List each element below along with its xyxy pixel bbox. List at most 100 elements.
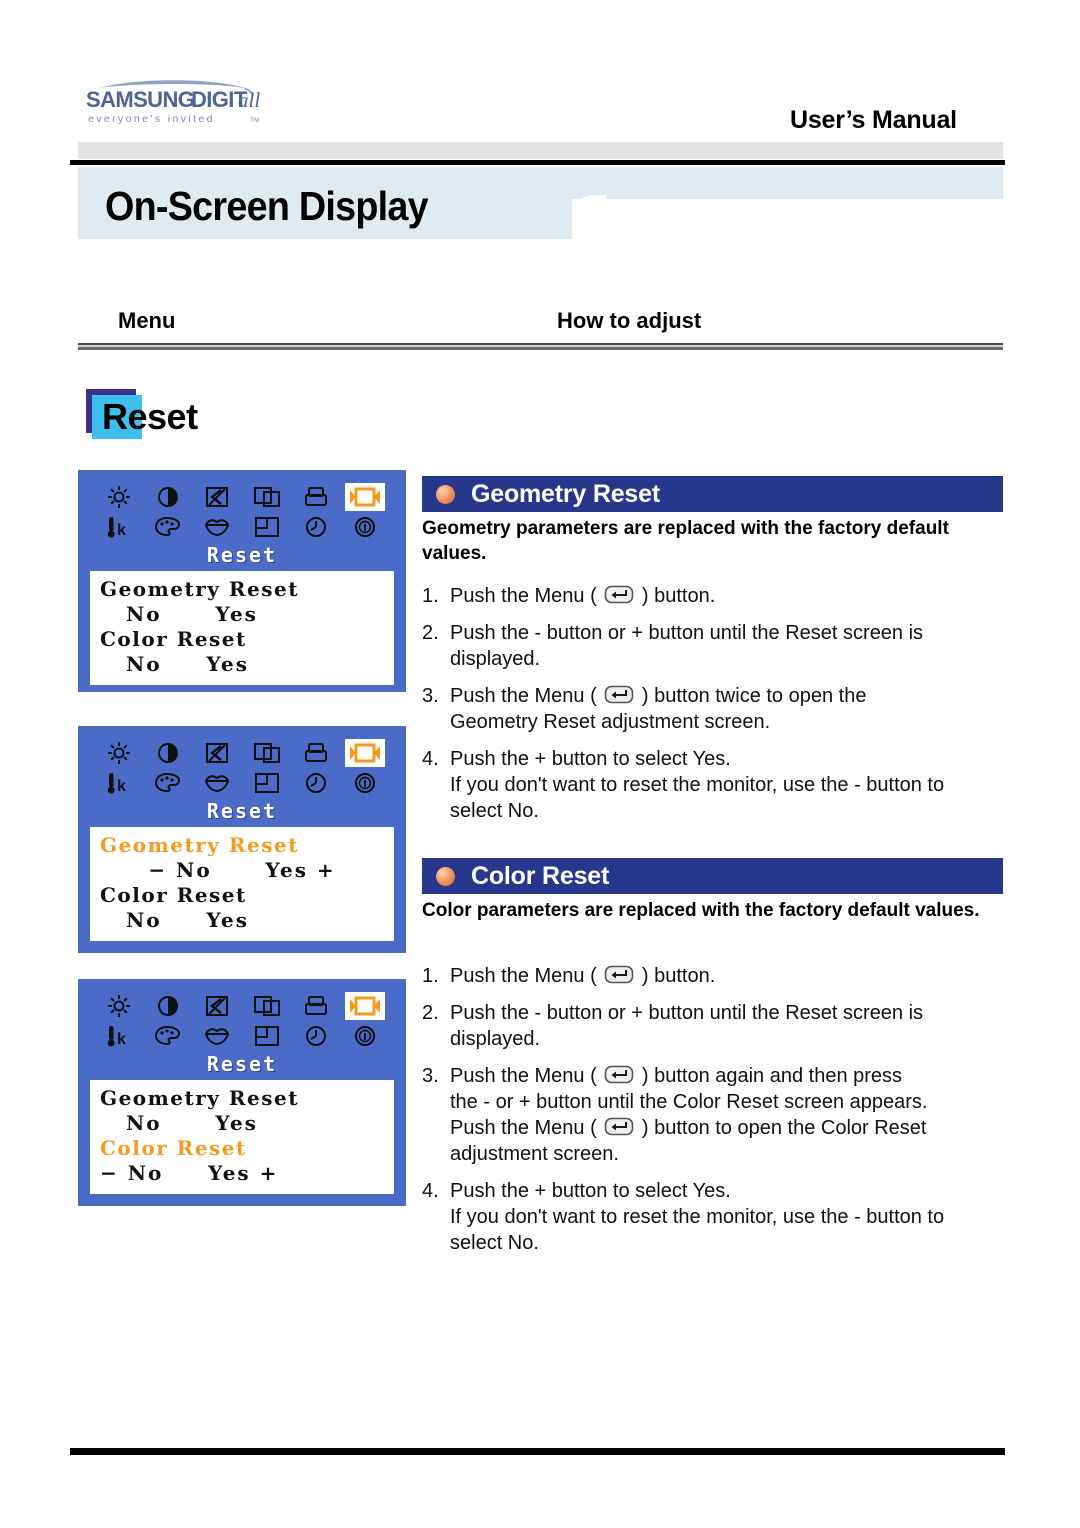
- osd-row-label: Color Reset: [100, 883, 247, 907]
- step-item: 3. Push the Menu ( ) button again and th…: [422, 1063, 1010, 1167]
- section-steps-color-reset: 1. Push the Menu ( ) button. 2. Push the…: [422, 963, 1010, 1267]
- step-number: 2.: [422, 622, 439, 644]
- step-text: If you don't want to reset the monitor, …: [450, 774, 945, 796]
- bullet-sphere-icon: [436, 866, 455, 886]
- section-description: Geometry parameters are replaced with th…: [422, 518, 949, 564]
- osd-icon-grid: k: [94, 738, 390, 798]
- header-grey-band: [78, 142, 1003, 159]
- svg-text:k: k: [117, 778, 126, 795]
- step-body: Push the + button to select Yes. If you …: [450, 746, 1010, 824]
- samsung-digitall-logo: SAMSUNG DIGIT all everyone's invited TM: [78, 74, 268, 132]
- position-icon: [247, 992, 287, 1020]
- menu-button-icon: [604, 585, 634, 604]
- step-number: 2.: [422, 1002, 439, 1024]
- bullet-sphere-icon: [436, 484, 455, 504]
- svg-text:k: k: [117, 1031, 126, 1048]
- reset-icon: [345, 739, 386, 767]
- palette-icon: [148, 1022, 188, 1050]
- step-text: Push the + button to select Yes.: [450, 1180, 731, 1202]
- moire-icon: [197, 739, 237, 767]
- svg-text:SAMSUNG: SAMSUNG: [86, 87, 194, 112]
- color-tone-icon: [197, 1022, 237, 1050]
- zoom-icon: [247, 769, 287, 797]
- osd-menu-title: Reset: [206, 1052, 278, 1076]
- menu-button-icon: [604, 685, 634, 704]
- color-temperature-icon: k: [99, 1022, 139, 1050]
- palette-icon: [148, 513, 188, 541]
- title-band-notch: [572, 195, 606, 239]
- moire-icon: [197, 483, 237, 511]
- menu-button-icon: [604, 1065, 634, 1084]
- osd-row-options: No Yes: [126, 602, 258, 626]
- step-number: 1.: [422, 965, 439, 987]
- step-item: 3. Push the Menu ( ) button twice to ope…: [422, 683, 1010, 735]
- svg-text:TM: TM: [250, 117, 259, 124]
- page-title: On-Screen Display: [105, 183, 429, 229]
- osd-row-options: No Yes: [126, 908, 249, 932]
- users-manual-label: User’s Manual: [790, 106, 957, 134]
- menu-button-icon: [604, 1117, 634, 1136]
- step-text: ) button twice to open the: [636, 685, 867, 707]
- osd-screen-1: k Reset Geometry Reset No Yes Color Rese…: [78, 470, 406, 692]
- osd-time-icon: [296, 513, 336, 541]
- step-number: 3.: [422, 685, 439, 707]
- step-text: ) button to open the Color Reset: [636, 1117, 927, 1139]
- zoom-icon: [247, 513, 287, 541]
- information-icon: [345, 513, 385, 541]
- osd-row-options: − No Yes +: [100, 1161, 279, 1185]
- reset-icon: [345, 992, 386, 1020]
- shape-icon: [296, 739, 336, 767]
- palette-icon: [148, 769, 188, 797]
- step-number: 3.: [422, 1065, 439, 1087]
- zoom-icon: [247, 1022, 287, 1050]
- shape-icon: [296, 992, 336, 1020]
- osd-row-label: Color Reset: [100, 627, 247, 651]
- svg-text:everyone's invited: everyone's invited: [88, 113, 215, 125]
- step-text: displayed.: [450, 1028, 541, 1050]
- moire-icon: [197, 992, 237, 1020]
- osd-screen-3: k Reset Geometry Reset No Yes Color Rese…: [78, 979, 406, 1206]
- osd-icon-grid: k: [94, 991, 390, 1051]
- step-text-line: Push the Menu ( ) button again and then …: [450, 1063, 1010, 1089]
- step-text: Push the Menu (: [450, 585, 603, 607]
- step-text: Push the Menu (: [450, 1117, 603, 1139]
- step-text: Push the Menu (: [450, 965, 603, 987]
- step-body: Push the + button to select Yes. If you …: [450, 1178, 1010, 1256]
- section-chip-reset: Reset: [86, 389, 226, 441]
- step-text: adjustment screen.: [450, 1143, 619, 1165]
- contrast-icon: [148, 739, 188, 767]
- osd-screen-2: k Reset Geometry Reset − No Yes + Color …: [78, 726, 406, 953]
- step-body: Push the - button or + button until the …: [450, 1000, 1010, 1052]
- step-item: 1. Push the Menu ( ) button.: [422, 963, 1010, 989]
- osd-panel: Geometry Reset No Yes Color Reset No Yes: [90, 571, 394, 685]
- contrast-icon: [148, 483, 188, 511]
- step-text: Push the Menu (: [450, 685, 603, 707]
- information-icon: [345, 769, 385, 797]
- osd-row-options: No Yes: [126, 1111, 258, 1135]
- osd-panel: Geometry Reset − No Yes + Color Reset No…: [90, 827, 394, 941]
- osd-row-options: No Yes: [126, 652, 249, 676]
- information-icon: [345, 1022, 385, 1050]
- step-item: 2. Push the - button or + button until t…: [422, 1000, 1010, 1052]
- step-text: select No.: [450, 800, 539, 822]
- step-text: Geometry Reset adjustment screen.: [450, 711, 771, 733]
- step-number: 4.: [422, 748, 439, 770]
- step-text-line: Push the Menu ( ) button twice to open t…: [450, 683, 1010, 709]
- osd-menu-title: Reset: [206, 543, 278, 567]
- brightness-icon: [99, 483, 139, 511]
- osd-panel: Geometry Reset No Yes Color Reset − No Y…: [90, 1080, 394, 1194]
- osd-icon-grid: k: [94, 482, 390, 542]
- menu-button-icon: [604, 965, 634, 984]
- osd-time-icon: [296, 1022, 336, 1050]
- position-icon: [247, 739, 287, 767]
- step-text: ) button again and then press: [636, 1065, 903, 1087]
- color-temperature-icon: k: [99, 513, 139, 541]
- manual-page: SAMSUNG DIGIT all everyone's invited TM …: [0, 0, 1080, 1528]
- step-item: 1. Push the Menu ( ) button.: [422, 583, 1010, 609]
- section-header-color-reset: Color Reset: [422, 858, 1003, 894]
- step-body: Push the Menu ( ) button twice to open t…: [450, 683, 1010, 735]
- column-divider-rule: [78, 343, 1003, 350]
- position-icon: [247, 483, 287, 511]
- svg-text:k: k: [117, 522, 126, 539]
- step-text: Push the Menu (: [450, 1065, 603, 1087]
